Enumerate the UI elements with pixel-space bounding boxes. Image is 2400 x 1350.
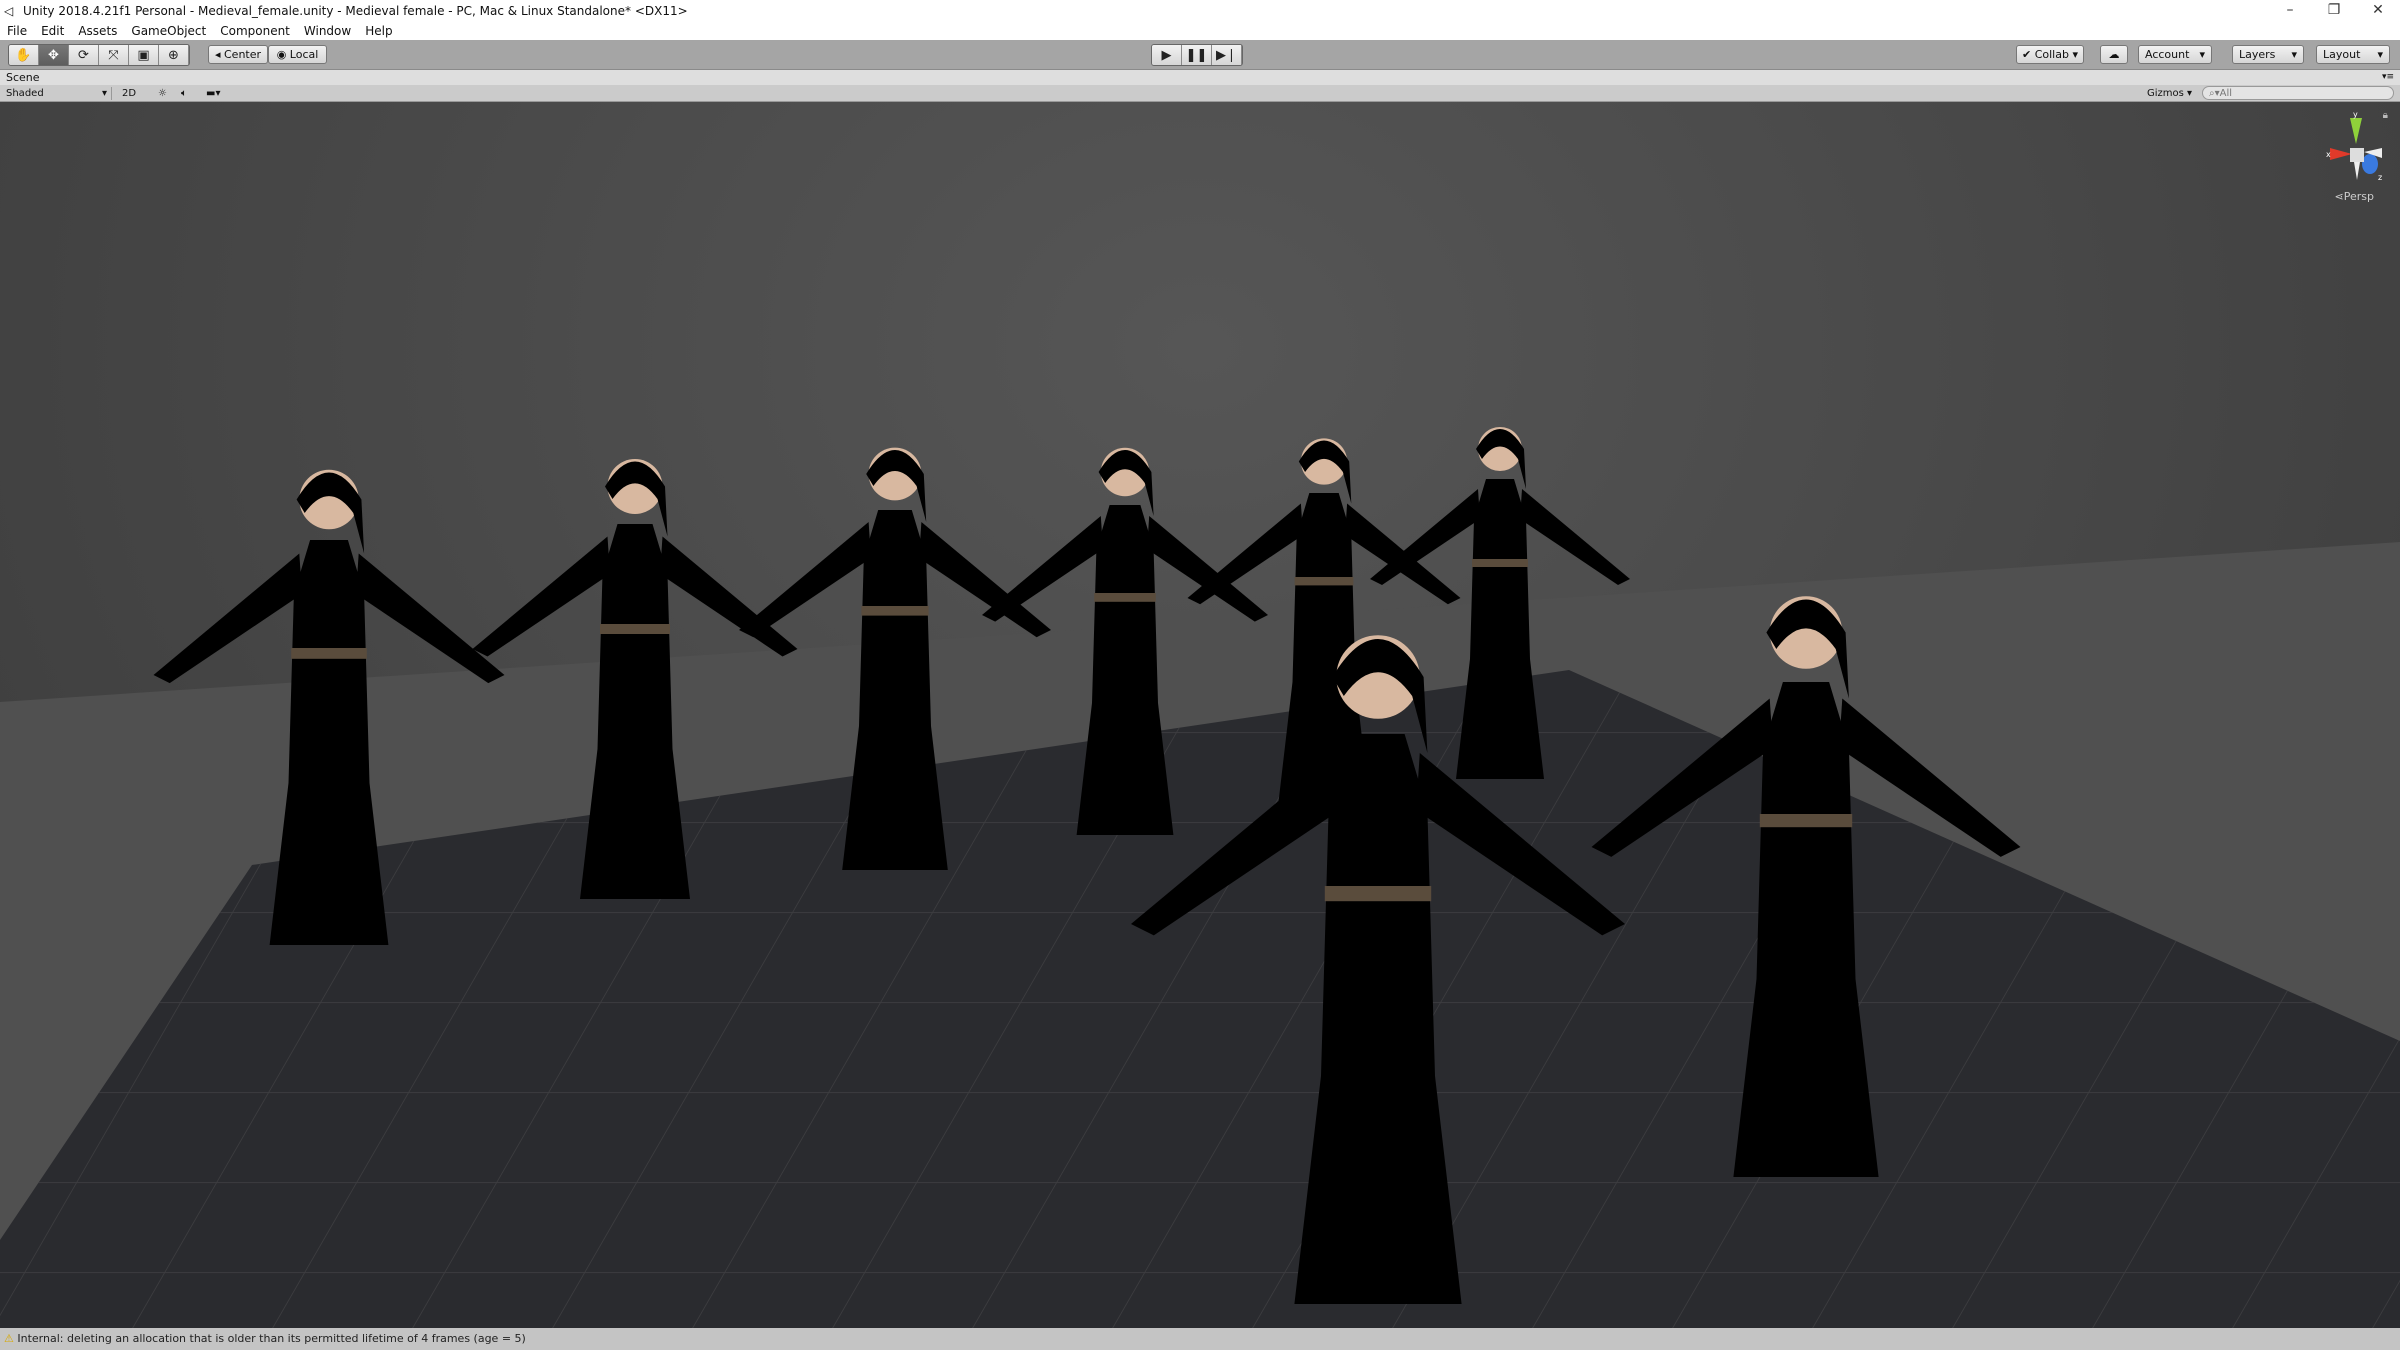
search-placeholder: All [2220, 88, 2232, 99]
scale-tool-icon[interactable]: ⤧ [99, 45, 129, 65]
collab-label: Collab [2035, 48, 2069, 61]
restore-button[interactable]: ❐ [2312, 0, 2356, 20]
menu-gameobject[interactable]: GameObject [124, 24, 213, 38]
layout-dropdown[interactable]: Layout▾ [2316, 45, 2390, 64]
scene-tab[interactable]: Scene ▾≡ [0, 70, 2400, 85]
title-bar: ◁ Unity 2018.4.21f1 Personal - Medieval_… [0, 0, 2400, 21]
y-axis-cone[interactable] [2350, 118, 2362, 144]
gizmos-label: Gizmos [2147, 88, 2184, 99]
scene-toolbar: Shaded▾ 2D ☼ 🔈︎ ▬▾ Gizmos ▾ ⌕▾All [0, 85, 2400, 102]
move-tool-icon[interactable]: ✥ [39, 45, 69, 65]
transform-tools: ✋ ✥ ⟳ ⤧ ▣ ⊕ [8, 44, 190, 66]
minimize-button[interactable]: – [2268, 0, 2312, 20]
tab-menu-icon[interactable]: ▾≡ [2382, 70, 2394, 85]
account-label: Account [2145, 48, 2189, 61]
menu-bar: File Edit Assets GameObject Component Wi… [0, 21, 2400, 40]
effects-toggle-icon[interactable]: ▬▾ [206, 87, 220, 100]
collab-dropdown[interactable]: ✔ Collab ▾ [2016, 45, 2084, 64]
local-icon: ◉ [277, 48, 287, 61]
shading-mode-dropdown[interactable]: Shaded▾ [6, 87, 112, 100]
warning-icon: ⚠ [4, 1332, 14, 1345]
lighting-toggle-icon[interactable]: ☼ [158, 87, 167, 100]
projection-label: Persp [2344, 190, 2374, 203]
gizmos-dropdown[interactable]: Gizmos ▾ [2147, 87, 2192, 100]
menu-component[interactable]: Component [213, 24, 297, 38]
projection-toggle[interactable]: ⋖Persp [2335, 190, 2374, 203]
layers-label: Layers [2239, 48, 2275, 61]
scene-search-input[interactable]: ⌕▾All [2202, 86, 2394, 100]
pause-button[interactable]: ❚❚ [1182, 45, 1212, 65]
unity-logo-icon: ◁ [4, 4, 18, 18]
transform-tool-icon[interactable]: ⊕ [159, 45, 189, 65]
layers-dropdown[interactable]: Layers▾ [2232, 45, 2304, 64]
space-label: Local [290, 48, 319, 61]
x-axis-cone[interactable] [2330, 148, 2352, 160]
rect-tool-icon[interactable]: ▣ [129, 45, 159, 65]
layout-label: Layout [2323, 48, 2360, 61]
cloud-icon: ☁ [2109, 48, 2120, 61]
menu-help[interactable]: Help [358, 24, 399, 38]
menu-window[interactable]: Window [297, 24, 358, 38]
orientation-gizmo[interactable]: y x z [2326, 110, 2386, 200]
pivot-icon: ◂ [215, 48, 221, 61]
scene-3d-view: #c0 .dress{fill:#8e949c} #c0 .hair{fill:… [0, 102, 2400, 1328]
check-icon: ✔ [2022, 48, 2031, 61]
y-axis-label: y [2353, 110, 2358, 119]
play-button[interactable]: ▶ [1152, 45, 1182, 65]
account-dropdown[interactable]: Account▾ [2138, 45, 2212, 64]
lock-icon[interactable]: 🔒︎ [2383, 110, 2388, 121]
close-button[interactable]: ✕ [2356, 0, 2400, 20]
menu-edit[interactable]: Edit [34, 24, 71, 38]
pivot-center-button[interactable]: ◂ Center [208, 45, 268, 64]
step-button[interactable]: ▶❘ [1212, 45, 1242, 65]
scene-viewport[interactable]: #c0 .dress{fill:#8e949c} #c0 .hair{fill:… [0, 102, 2400, 1328]
main-toolbar: ✋ ✥ ⟳ ⤧ ▣ ⊕ ◂ Center ◉ Local ▶ ❚❚ ▶❘ ✔ C… [0, 40, 2400, 70]
shading-label: Shaded [6, 88, 44, 99]
scene-tab-label: Scene [6, 71, 40, 84]
menu-file[interactable]: File [0, 24, 34, 38]
gizmo-center-cube[interactable] [2350, 148, 2364, 162]
z-axis-cone[interactable] [2362, 154, 2378, 174]
x-axis-label: x [2326, 150, 2331, 159]
z-axis-label: z [2378, 173, 2382, 182]
status-message: Internal: deleting an allocation that is… [17, 1332, 525, 1345]
play-controls: ▶ ❚❚ ▶❘ [1151, 44, 1243, 66]
menu-assets[interactable]: Assets [71, 24, 124, 38]
status-bar[interactable]: ⚠ Internal: deleting an allocation that … [0, 1328, 2400, 1350]
toggle-2d-button[interactable]: 2D [122, 87, 136, 100]
rotate-tool-icon[interactable]: ⟳ [69, 45, 99, 65]
audio-toggle-icon[interactable]: 🔈︎ [181, 87, 187, 100]
pivot-local-button[interactable]: ◉ Local [268, 45, 327, 64]
cloud-button[interactable]: ☁ [2100, 45, 2128, 64]
pivot-label: Center [224, 48, 261, 61]
hand-tool-icon[interactable]: ✋ [9, 45, 39, 65]
window-title: Unity 2018.4.21f1 Personal - Medieval_fe… [23, 4, 688, 18]
